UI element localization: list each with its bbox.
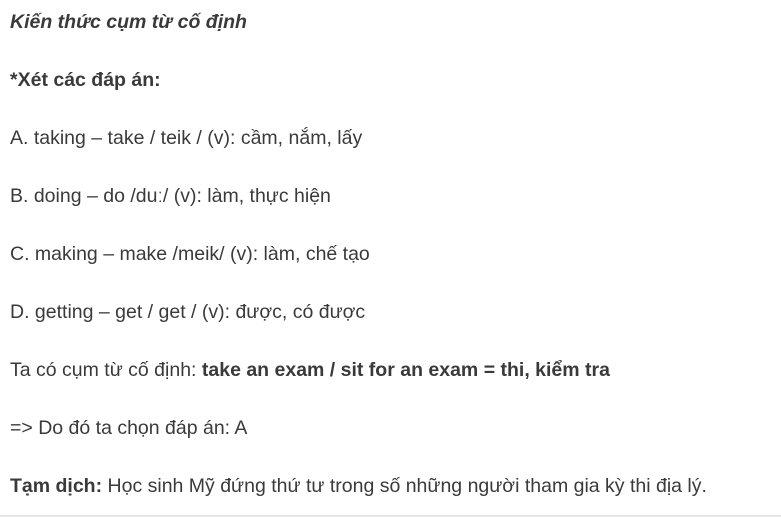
- fixed-phrase-line: Ta có cụm từ cố định: take an exam / sit…: [10, 358, 610, 382]
- translation-text: Học sinh Mỹ đứng thứ tư trong số những n…: [102, 475, 707, 497]
- option-a: A. taking – take / teik / (v): cầm, nắm,…: [10, 127, 363, 149]
- section-heading: Kiến thức cụm từ cố định: [10, 11, 247, 33]
- options-title: *Xét các đáp án:: [10, 69, 161, 91]
- translation-label: Tạm dịch:: [10, 475, 103, 497]
- option-d: D. getting – get / get / (v): được, có đ…: [10, 301, 366, 323]
- option-c: C. making – make /meik/ (v): làm, chế tạ…: [10, 243, 370, 265]
- fixed-phrase-prefix: Ta có cụm từ cố định:: [10, 359, 202, 381]
- conclusion-line: => Do đó ta chọn đáp án: A: [10, 417, 248, 439]
- fixed-phrase-highlight: take an exam / sit for an exam = thi, ki…: [201, 359, 610, 381]
- option-b: B. doing – do /duː/ (v): làm, thực hiện: [10, 185, 331, 207]
- translation-line: Tạm dịch: Học sinh Mỹ đứng thứ tư trong …: [10, 474, 707, 498]
